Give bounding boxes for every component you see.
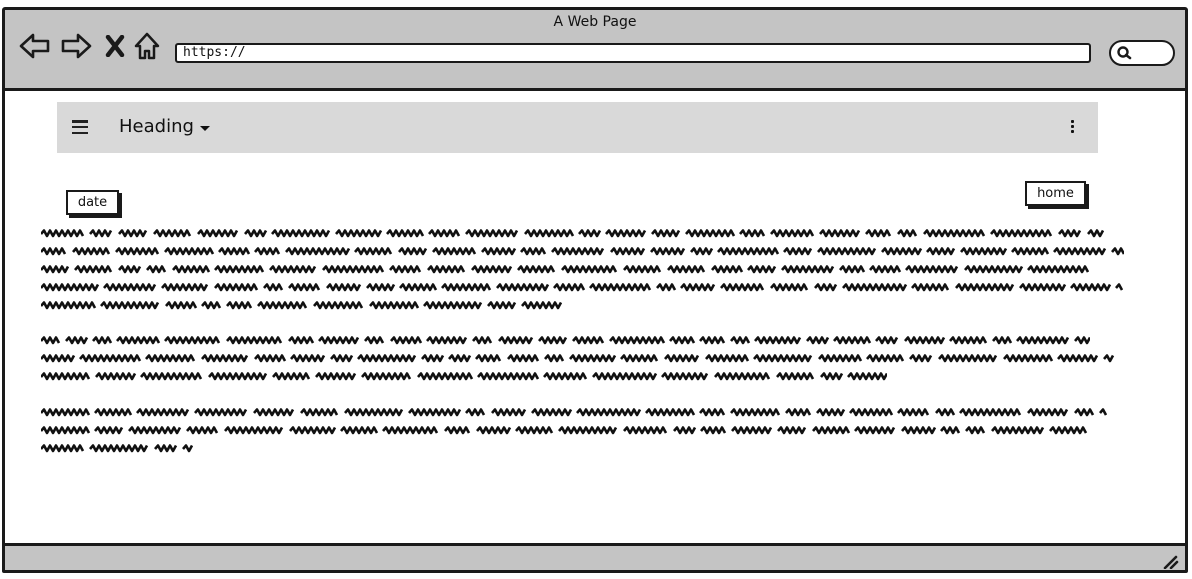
forward-button[interactable] <box>59 33 93 63</box>
kebab-icon[interactable] <box>1071 120 1075 135</box>
date-button[interactable]: date <box>66 190 119 215</box>
scribble-text-line <box>41 227 1131 245</box>
text-paragraph <box>41 227 1131 317</box>
status-bar <box>5 543 1185 570</box>
app-bar: Heading <box>57 102 1098 153</box>
caret-down-icon[interactable] <box>200 126 210 131</box>
home-button[interactable]: home <box>1025 181 1086 206</box>
hamburger-icon[interactable] <box>72 120 88 135</box>
scribble-text-line <box>41 352 1131 370</box>
scribble-text-line <box>41 370 1131 388</box>
stop-button[interactable] <box>103 34 127 62</box>
browser-window: A Web Page https:// Heading date home <box>2 7 1188 573</box>
back-button[interactable] <box>18 33 52 63</box>
resize-grip-icon[interactable] <box>1163 554 1179 570</box>
scribble-text-line <box>41 281 1131 299</box>
scribble-text-line <box>41 442 1131 460</box>
scribble-text-line <box>41 299 1131 317</box>
arrow-right-icon <box>60 33 92 63</box>
browser-chrome: A Web Page https:// <box>5 10 1185 91</box>
app-bar-heading[interactable]: Heading <box>119 116 194 137</box>
scribble-text-line <box>41 424 1131 442</box>
window-title: A Web Page <box>553 14 637 30</box>
home-nav-button[interactable] <box>131 31 163 65</box>
address-bar[interactable]: https:// <box>175 43 1091 63</box>
search-button[interactable] <box>1109 40 1175 66</box>
text-paragraph <box>41 406 1131 460</box>
text-paragraph <box>41 334 1131 388</box>
page-content: Heading date home <box>5 91 1185 543</box>
arrow-left-icon <box>19 33 51 63</box>
scribble-text-line <box>41 245 1131 263</box>
scribble-text-line <box>41 406 1131 424</box>
scribble-text-line <box>41 334 1131 352</box>
scribble-text-line <box>41 263 1131 281</box>
home-icon <box>133 31 161 65</box>
close-icon <box>105 34 125 61</box>
search-icon <box>1115 45 1133 65</box>
